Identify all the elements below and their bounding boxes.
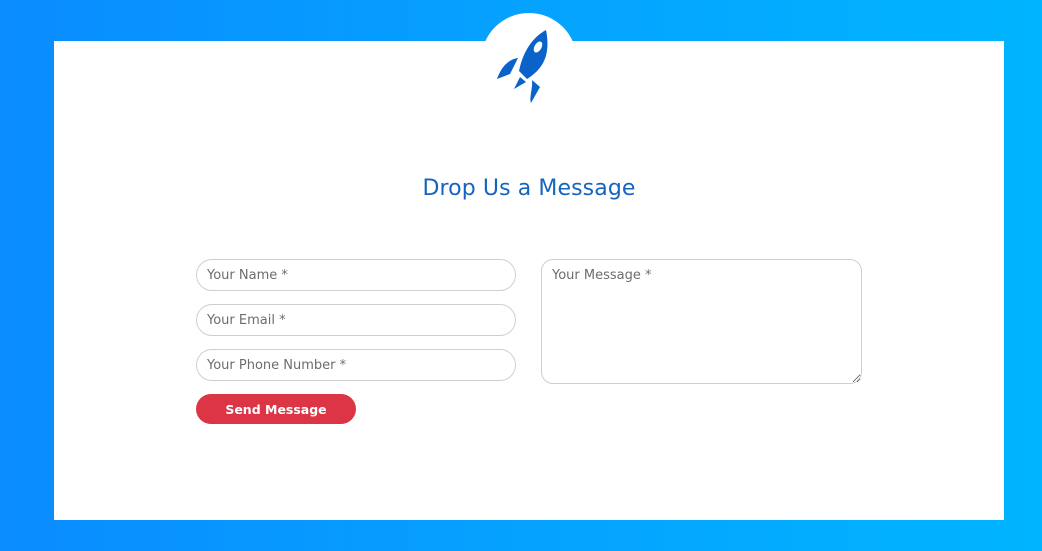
send-message-button[interactable]: Send Message bbox=[196, 394, 356, 424]
logo-badge bbox=[481, 13, 577, 109]
rocket-icon bbox=[497, 30, 548, 103]
message-textarea[interactable] bbox=[541, 259, 862, 384]
email-input[interactable] bbox=[196, 304, 516, 336]
name-input[interactable] bbox=[196, 259, 516, 291]
phone-input[interactable] bbox=[196, 349, 516, 381]
form-title: Drop Us a Message bbox=[422, 176, 636, 201]
